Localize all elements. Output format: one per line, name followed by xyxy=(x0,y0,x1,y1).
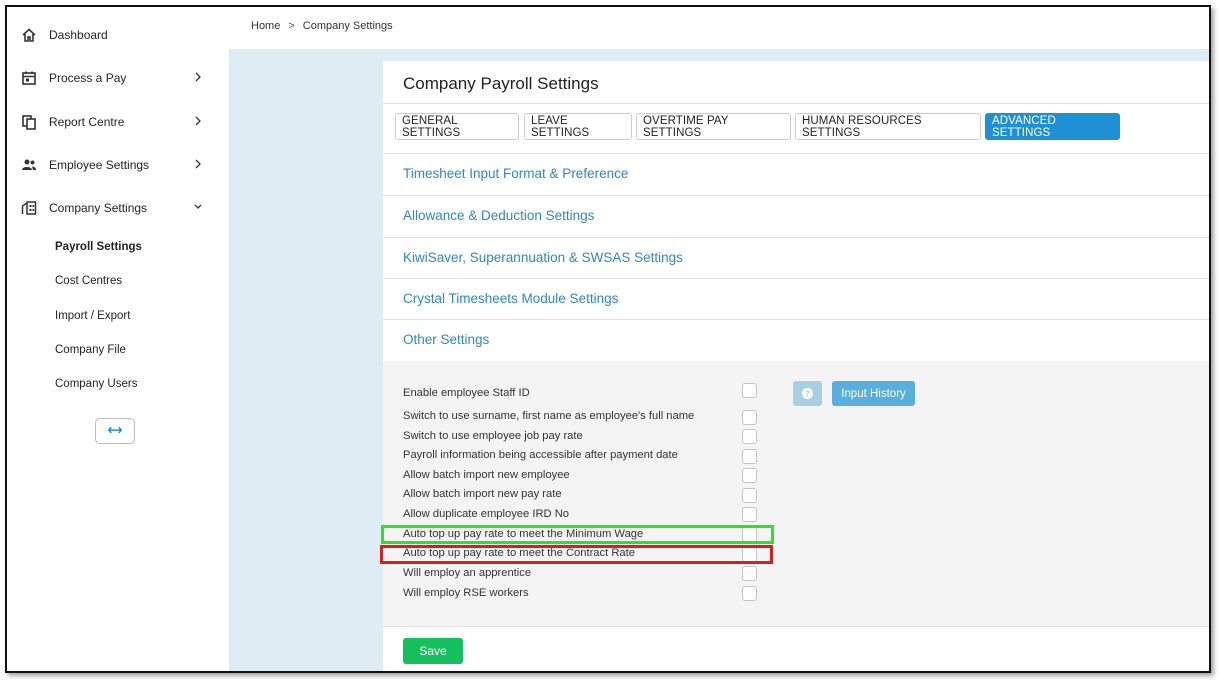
option-checkbox[interactable] xyxy=(742,488,757,503)
settings-card: Company Payroll Settings GENERAL SETTING… xyxy=(380,61,1209,671)
option-checkbox[interactable] xyxy=(742,586,757,601)
breadcrumb: Home > Company Settings xyxy=(251,20,393,32)
sidebar-item-process-a-pay[interactable]: Process a Pay xyxy=(7,66,229,90)
option-label: Allow batch import new employee xyxy=(403,469,570,481)
sidebar-subitem-company-users[interactable]: Company Users xyxy=(55,378,137,390)
sidebar-subitem-payroll-settings[interactable]: Payroll Settings xyxy=(55,241,142,253)
option-checkbox[interactable] xyxy=(742,507,757,522)
sidebar-subitem-cost-centres[interactable]: Cost Centres xyxy=(55,275,122,287)
building-icon xyxy=(21,201,37,215)
tab-leave-settings[interactable]: LEAVE SETTINGS xyxy=(524,113,632,140)
tab-human-resources-settings[interactable]: HUMAN RESOURCES SETTINGS xyxy=(795,113,981,140)
help-button[interactable]: ? xyxy=(793,381,822,406)
help-icon-glyph: ? xyxy=(805,390,810,399)
sidebar: Dashboard Process a Pay Report Centre Em… xyxy=(7,7,229,671)
option-checkbox[interactable] xyxy=(742,410,757,425)
breadcrumb-separator: > xyxy=(288,20,295,32)
tab-overtime-pay-settings[interactable]: OVERTIME PAY SETTINGS xyxy=(636,113,791,140)
question-icon: ? xyxy=(802,388,813,399)
option-checkbox[interactable] xyxy=(742,383,757,398)
breadcrumb-current: Company Settings xyxy=(302,20,393,32)
sidebar-subitem-import-export[interactable]: Import / Export xyxy=(55,310,130,322)
tab-advanced-settings[interactable]: ADVANCED SETTINGS xyxy=(985,113,1120,140)
option-checkbox[interactable] xyxy=(742,429,757,444)
double-arrow-icon xyxy=(108,426,122,434)
option-label: Switch to use surname, first name as emp… xyxy=(403,410,695,422)
section-other-settings[interactable]: Other Settings xyxy=(383,320,1209,361)
save-button[interactable]: Save xyxy=(403,638,463,664)
calendar-icon xyxy=(22,71,36,85)
home-icon xyxy=(22,28,36,42)
section-label: Other Settings xyxy=(403,332,490,347)
people-icon xyxy=(22,159,36,170)
sidebar-item-label: Employee Settings xyxy=(49,158,150,172)
sidebar-item-label: Dashboard xyxy=(49,28,108,42)
option-label: Enable employee Staff ID xyxy=(403,387,530,399)
option-label: Allow duplicate employee IRD No xyxy=(403,508,570,520)
sidebar-item-employee-settings[interactable]: Employee Settings xyxy=(7,153,229,177)
option-label: Payroll information being accessible aft… xyxy=(403,449,678,461)
sidebar-item-dashboard[interactable]: Dashboard xyxy=(7,23,229,47)
chevron-right-icon xyxy=(195,159,201,169)
section-crystal-timesheets[interactable]: Crystal Timesheets Module Settings xyxy=(383,279,1209,320)
section-allowance-deduction[interactable]: Allowance & Deduction Settings xyxy=(383,196,1209,237)
sidebar-item-company-settings[interactable]: Company Settings xyxy=(7,196,229,220)
option-label: Switch to use employee job pay rate xyxy=(403,430,583,442)
topbar: Home > Company Settings xyxy=(229,7,1209,49)
chevron-right-icon xyxy=(195,72,201,82)
app-window: Dashboard Process a Pay Report Centre Em… xyxy=(5,5,1211,673)
highlight-box-green xyxy=(381,525,774,544)
tab-general-settings[interactable]: GENERAL SETTINGS xyxy=(395,113,519,140)
sidebar-subitem-company-file[interactable]: Company File xyxy=(55,344,126,356)
input-history-button[interactable]: Input History xyxy=(832,381,915,406)
section-kiwisaver[interactable]: KiwiSaver, Superannuation & SWSAS Settin… xyxy=(383,238,1209,279)
option-checkbox[interactable] xyxy=(742,468,757,483)
section-label: KiwiSaver, Superannuation & SWSAS Settin… xyxy=(403,250,683,265)
option-label: Will employ RSE workers xyxy=(403,587,529,599)
option-checkbox[interactable] xyxy=(742,566,757,581)
section-timesheet-input[interactable]: Timesheet Input Format & Preference xyxy=(383,154,1209,195)
collapse-sidebar-button[interactable] xyxy=(95,418,135,444)
highlight-box-red xyxy=(380,545,773,564)
sidebar-item-label: Report Centre xyxy=(49,115,125,129)
sidebar-item-label: Process a Pay xyxy=(49,71,127,85)
other-settings-panel: Enable employee Staff ID ? Input History… xyxy=(380,361,1209,626)
document-icon xyxy=(22,115,36,130)
chevron-right-icon xyxy=(195,116,201,126)
section-label: Allowance & Deduction Settings xyxy=(403,208,595,223)
page-title: Company Payroll Settings xyxy=(403,74,599,93)
divider xyxy=(383,626,1209,627)
section-label: Timesheet Input Format & Preference xyxy=(403,166,629,181)
sidebar-item-report-centre[interactable]: Report Centre xyxy=(7,110,229,134)
sidebar-item-label: Company Settings xyxy=(49,201,148,215)
breadcrumb-home[interactable]: Home xyxy=(251,20,280,32)
section-label: Crystal Timesheets Module Settings xyxy=(403,291,619,306)
option-checkbox[interactable] xyxy=(742,449,757,464)
chevron-down-icon xyxy=(194,204,202,209)
option-label: Allow batch import new pay rate xyxy=(403,488,562,500)
divider xyxy=(383,103,1209,104)
option-label: Will employ an apprentice xyxy=(403,567,532,579)
